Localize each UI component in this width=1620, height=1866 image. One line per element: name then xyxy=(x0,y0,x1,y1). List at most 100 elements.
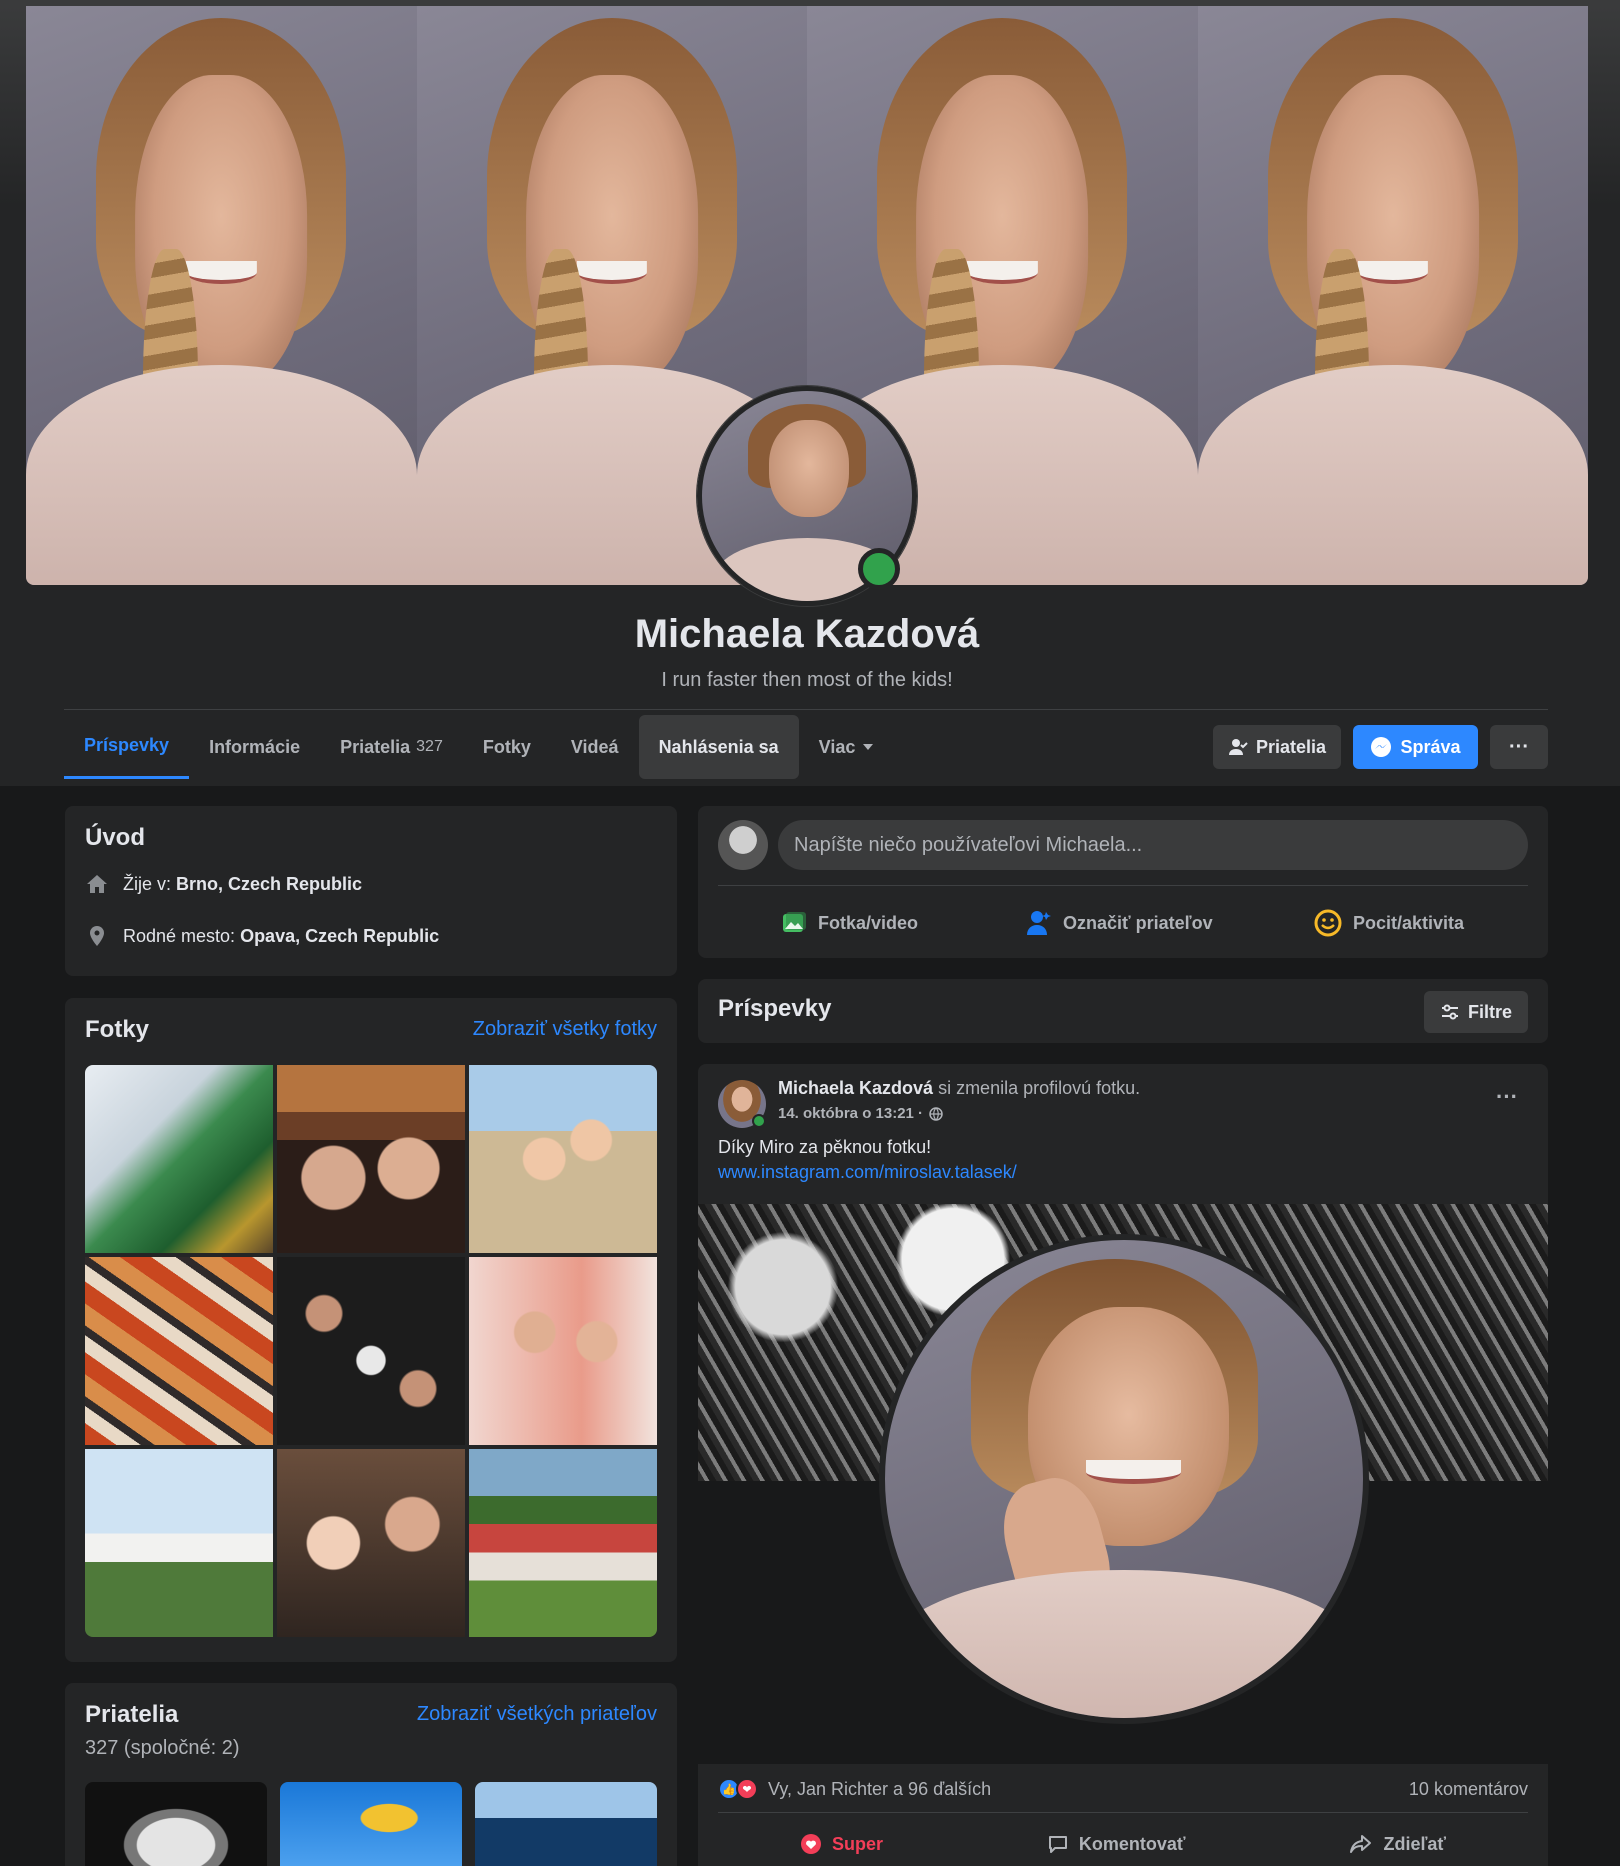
intro-hometown-row: Rodné mesto: Opava, Czech Republic xyxy=(85,924,439,948)
photo-thumbnail[interactable] xyxy=(277,1257,465,1445)
more-dots-icon: ··· xyxy=(1509,735,1529,758)
cover-panel-1 xyxy=(26,6,417,585)
super-label: Super xyxy=(831,1833,883,1854)
post-author-name[interactable]: Michaela Kazdová xyxy=(778,1078,933,1098)
post-timestamp-row: 14. októbra o 13:21 · xyxy=(778,1105,943,1122)
tab-label: Viac xyxy=(818,736,856,757)
share-button[interactable]: Zdieľať xyxy=(1349,1833,1446,1855)
photo-icon xyxy=(783,912,806,932)
tab-videos[interactable]: Videá xyxy=(551,715,639,779)
friends-title: Priatelia xyxy=(85,1701,179,1728)
friends-count-text: 327 (spoločné: 2) xyxy=(85,1737,240,1759)
photo-grid xyxy=(85,1065,657,1637)
photo-thumbnail[interactable] xyxy=(85,1257,273,1445)
tab-friends[interactable]: Priatelia 327 xyxy=(320,715,463,779)
posts-section-title: Príspevky xyxy=(718,995,832,1022)
profile-tabs: Príspevky Informácie Priatelia 327 Fotky … xyxy=(64,713,893,781)
share-icon xyxy=(1350,1835,1372,1853)
posts-header-card: Príspevky Filtre xyxy=(698,979,1548,1043)
post-actions: Super Komentovať Zdieľať xyxy=(718,1824,1528,1864)
friend-thumbnail[interactable] xyxy=(85,1782,267,1866)
tab-label: Fotky xyxy=(482,736,531,757)
super-reaction-button[interactable]: Super xyxy=(800,1833,883,1855)
friend-thumbnail[interactable] xyxy=(280,1782,462,1866)
tab-about[interactable]: Informácie xyxy=(189,715,320,779)
filter-label: Filtre xyxy=(1467,1001,1512,1022)
photo-thumbnail[interactable] xyxy=(469,1257,657,1445)
post-link[interactable]: www.instagram.com/miroslav.talasek/ xyxy=(718,1162,1017,1183)
post-text: Díky Miro za pěknou fotku! xyxy=(718,1137,932,1157)
globe-icon xyxy=(929,1106,943,1121)
reactions-summary: 👍 ❤ Vy, Jan Richter a 96 ďalších 10 kome… xyxy=(718,1774,1528,1804)
comment-button[interactable]: Komentovať xyxy=(1047,1833,1186,1855)
post-action-text: si zmenila profilovú fotku. xyxy=(933,1078,1141,1098)
post-options-icon[interactable]: ··· xyxy=(1496,1084,1518,1110)
tag-friends-icon xyxy=(1027,911,1051,935)
photo-video-label: Fotka/video xyxy=(818,912,919,933)
tab-label: Videá xyxy=(570,736,619,757)
caret-down-icon xyxy=(863,744,874,750)
intro-title: Úvod xyxy=(85,824,145,851)
comments-count[interactable]: 10 komentárov xyxy=(1409,1779,1528,1800)
intro-hometown-prefix: Rodné mesto: xyxy=(123,925,241,946)
intro-lives-row: Žije v: Brno, Czech Republic xyxy=(85,872,362,896)
message-button-label: Správa xyxy=(1400,736,1461,757)
share-label: Zdieľať xyxy=(1383,1833,1447,1854)
post-card: Michaela Kazdová si zmenila profilovú fo… xyxy=(698,1064,1548,1866)
online-status-dot xyxy=(752,1114,766,1128)
tag-friends-label: Označiť priateľov xyxy=(1063,912,1213,933)
composer-divider xyxy=(718,885,1528,886)
location-pin-icon xyxy=(90,926,104,946)
tag-friends-button[interactable]: Označiť priateľov xyxy=(1025,903,1213,943)
photo-video-button[interactable]: Fotka/video xyxy=(780,903,918,943)
home-icon xyxy=(87,875,107,893)
friends-card: Priatelia Zobraziť všetkých priateľov 32… xyxy=(65,1683,677,1866)
reaction-icons[interactable]: 👍 ❤ xyxy=(718,1778,758,1800)
photos-title: Fotky xyxy=(85,1016,150,1043)
actions-divider xyxy=(718,1812,1528,1813)
friends-button[interactable]: Priatelia xyxy=(1213,725,1341,769)
reactions-text[interactable]: Vy, Jan Richter a 96 ďalších xyxy=(768,1779,991,1800)
post-profile-photo xyxy=(879,1234,1369,1724)
feeling-activity-label: Pocit/aktivita xyxy=(1353,912,1465,933)
smiley-icon xyxy=(1314,909,1342,937)
love-reaction-icon: ❤ xyxy=(736,1778,758,1800)
see-all-photos-link[interactable]: Zobraziť všetky fotky xyxy=(473,1018,657,1041)
tab-check-ins[interactable]: Nahlásenia sa xyxy=(638,715,799,779)
photo-thumbnail[interactable] xyxy=(85,1449,273,1637)
tab-more[interactable]: Viac xyxy=(799,715,894,779)
tab-posts[interactable]: Príspevky xyxy=(64,715,190,779)
see-all-friends-link[interactable]: Zobraziť všetkých priateľov xyxy=(417,1703,657,1726)
intro-lives-city[interactable]: Brno, Czech Republic xyxy=(176,874,362,894)
more-options-button[interactable]: ··· xyxy=(1490,725,1548,769)
photos-card: Fotky Zobraziť všetky fotky xyxy=(65,998,677,1662)
comment-label: Komentovať xyxy=(1078,1833,1186,1854)
online-status-dot xyxy=(858,548,900,590)
photo-thumbnail[interactable] xyxy=(469,1449,657,1637)
header-divider xyxy=(64,709,1548,710)
tab-photos[interactable]: Fotky xyxy=(463,715,551,779)
intro-lives-prefix: Žije v: xyxy=(123,873,177,894)
messenger-icon xyxy=(1371,737,1392,757)
tab-label: Príspevky xyxy=(84,735,170,755)
profile-name: Michaela Kazdová xyxy=(634,612,980,656)
friends-count-badge: 327 xyxy=(416,738,443,755)
photo-thumbnail[interactable] xyxy=(469,1065,657,1253)
message-button[interactable]: Správa xyxy=(1353,725,1478,769)
cover-panel-4 xyxy=(1197,6,1588,585)
feeling-activity-button[interactable]: Pocit/aktivita xyxy=(1313,903,1464,943)
composer-input[interactable] xyxy=(778,820,1528,870)
post-image[interactable] xyxy=(698,1204,1548,1764)
photo-thumbnail[interactable] xyxy=(277,1449,465,1637)
heart-icon xyxy=(800,1834,821,1854)
post-timestamp[interactable]: 14. októbra o 13:21 · xyxy=(778,1105,923,1122)
intro-hometown-city[interactable]: Opava, Czech Republic xyxy=(240,926,439,946)
profile-bio: I run faster then most of the kids! xyxy=(661,669,953,691)
filter-button[interactable]: Filtre xyxy=(1424,991,1528,1033)
photo-thumbnail[interactable] xyxy=(85,1065,273,1253)
tab-label: Nahlásenia sa xyxy=(658,736,779,757)
current-user-avatar[interactable] xyxy=(718,820,768,870)
friend-thumbnail[interactable] xyxy=(475,1782,657,1866)
photo-thumbnail[interactable] xyxy=(277,1065,465,1253)
sliders-icon xyxy=(1441,1004,1458,1020)
